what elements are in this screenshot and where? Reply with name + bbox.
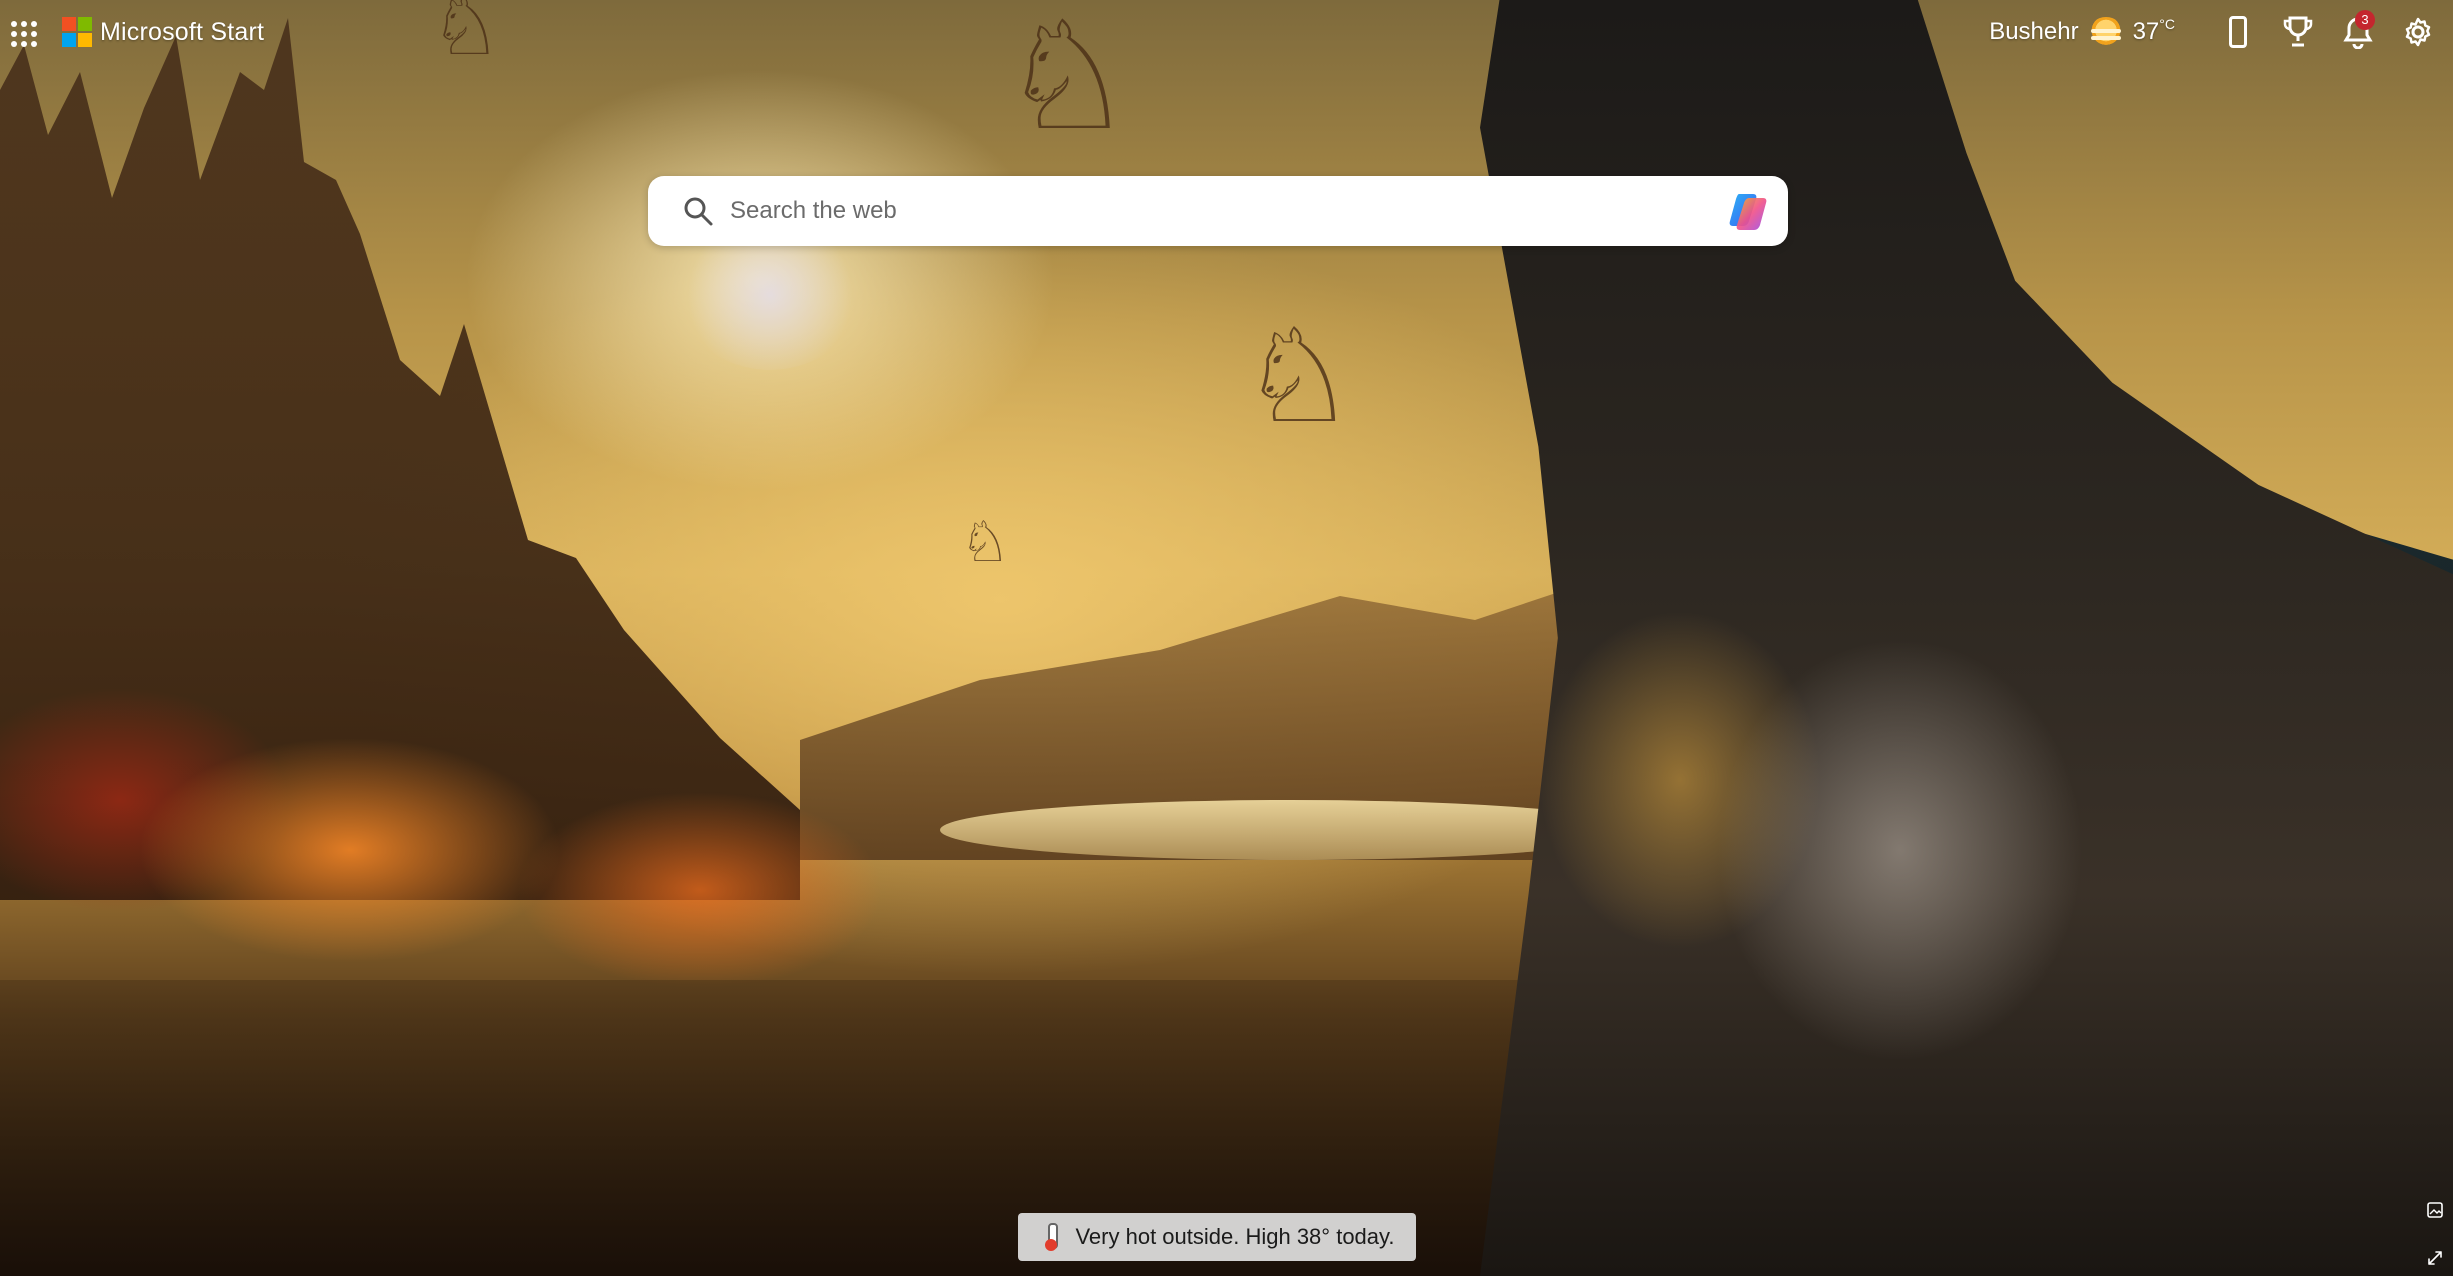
mobile-app-button[interactable] <box>2215 10 2261 54</box>
search-bar <box>648 176 1788 246</box>
copilot-button[interactable] <box>1720 183 1776 239</box>
brand-home-link[interactable]: Microsoft Start <box>62 16 264 48</box>
image-info-icon <box>2427 1202 2443 1218</box>
weather-temperature: 37°C <box>2132 16 2175 45</box>
gear-icon <box>2405 17 2431 47</box>
search-icon[interactable] <box>668 176 728 246</box>
burning-fields <box>0 640 1050 1020</box>
notifications-button[interactable]: 3 <box>2335 10 2381 54</box>
brand-name: Microsoft Start <box>100 17 265 46</box>
copilot-icon <box>1729 194 1767 230</box>
weather-alert-toast[interactable]: Very hot outside. High 38° today. <box>1018 1213 1416 1261</box>
sunny-haze-icon <box>2088 17 2123 47</box>
image-info-button[interactable] <box>2423 1198 2447 1222</box>
weather-alert-text: Very hot outside. High 38° today. <box>1075 1224 1395 1249</box>
phone-icon <box>2229 16 2247 48</box>
microsoft-logo-icon <box>62 17 92 47</box>
rewards-trophy-icon <box>2283 16 2313 47</box>
notification-count-badge: 3 <box>2355 10 2375 30</box>
weather-city: Bushehr <box>1989 18 2079 45</box>
rewards-button[interactable] <box>2275 10 2321 54</box>
settings-button[interactable] <box>2395 10 2441 54</box>
search-input[interactable] <box>728 185 1720 237</box>
top-bar: Microsoft Start Bushehr 37°C 3 <box>0 0 2453 64</box>
dragon-silhouette: ♘ <box>960 510 1011 575</box>
expand-icon <box>2428 1251 2442 1265</box>
app-launcher-icon[interactable] <box>8 18 37 47</box>
expand-button[interactable] <box>2423 1246 2447 1270</box>
thermometer-icon <box>1039 1221 1063 1253</box>
dragon-silhouette: ♘ <box>1240 300 1357 452</box>
top-right-tools: Bushehr 37°C 3 <box>1989 10 2441 54</box>
weather-widget[interactable]: Bushehr 37°C <box>1989 16 2175 47</box>
